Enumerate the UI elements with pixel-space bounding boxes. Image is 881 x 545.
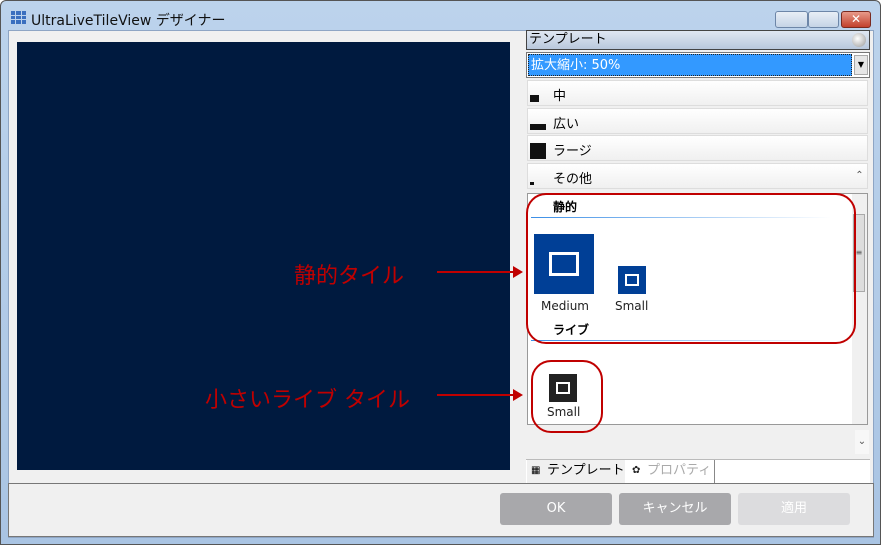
zoom-value: 拡大縮小: 50% (528, 54, 852, 76)
panel-tabs: ▦ テンプレート ✿ プロパティ (526, 459, 870, 483)
wide-size-icon (530, 124, 546, 130)
category-label: ラージ (553, 144, 592, 159)
expand-chevron-icon[interactable]: ⌄ (855, 430, 869, 454)
medium-size-icon (530, 95, 539, 102)
category-label: 広い (553, 117, 580, 132)
minimize-button[interactable] (775, 11, 808, 28)
dropdown-arrow-icon[interactable]: ▼ (854, 55, 868, 75)
gear-icon: ✿ (632, 465, 641, 476)
highlight-static-tiles (526, 193, 856, 344)
panel-header: テンプレート (526, 30, 870, 50)
tab-label: テンプレート (547, 463, 625, 478)
category-other[interactable]: その他 ⌃ (527, 163, 868, 189)
large-size-icon (530, 143, 546, 159)
grid-app-icon (11, 11, 26, 24)
category-large[interactable]: ラージ (527, 135, 868, 161)
cancel-button[interactable]: キャンセル (619, 493, 731, 525)
arrow-icon (437, 389, 523, 401)
tab-properties[interactable]: ✿ プロパティ (627, 460, 715, 483)
category-label: その他 (553, 172, 593, 187)
apply-button[interactable]: 適用 (738, 493, 850, 525)
maximize-button[interactable] (808, 11, 839, 28)
tab-label: プロパティ (647, 463, 712, 478)
grid-icon: ▦ (531, 465, 541, 476)
zoom-combo[interactable]: 拡大縮小: 50% ▼ (526, 52, 870, 78)
collapse-chevron-icon[interactable]: ⌃ (852, 164, 867, 188)
pin-icon[interactable] (852, 33, 866, 47)
small-size-icon (530, 182, 534, 185)
ok-button[interactable]: OK (500, 493, 612, 525)
category-medium[interactable]: 中 (527, 80, 868, 106)
category-wide[interactable]: 広い (527, 108, 868, 134)
panel-header-label: テンプレート (529, 32, 607, 47)
highlight-live-tile (531, 360, 603, 433)
category-label: 中 (553, 89, 567, 104)
tab-template[interactable]: ▦ テンプレート (527, 460, 625, 483)
close-button[interactable]: ✕ (841, 11, 871, 28)
window-title: UltraLiveTileView デザイナー (31, 13, 226, 29)
arrow-icon (437, 266, 523, 278)
annotation-static-tile: 静的タイル (294, 264, 405, 289)
annotation-small-live-tile: 小さいライブ タイル (205, 388, 410, 413)
